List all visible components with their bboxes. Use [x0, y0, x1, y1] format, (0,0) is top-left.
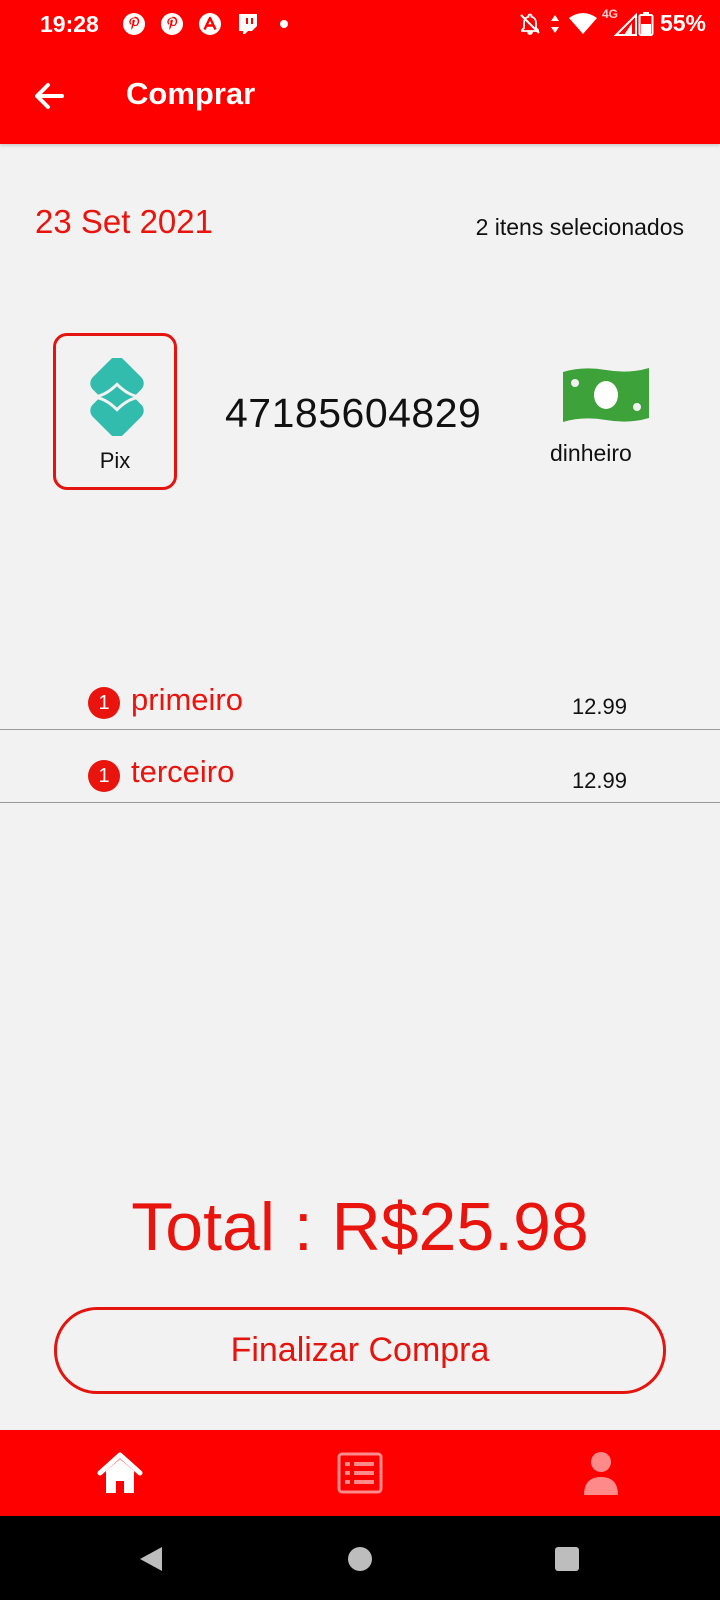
order-date: 23 Set 2021 [35, 203, 213, 240]
back-arrow-icon[interactable] [26, 72, 74, 120]
app-bar: Comprar [0, 48, 720, 144]
item-price: 12.99 [571, 768, 627, 793]
pix-key: 47185604829 [225, 390, 482, 436]
order-total: Total : R$25.98 [131, 1189, 589, 1265]
cash-label: dinheiro [550, 440, 632, 466]
quantity-badge: 1 [88, 760, 120, 792]
home-icon[interactable] [94, 1447, 146, 1499]
list-item: 1 primeiro 12.99 [0, 657, 720, 730]
page-title: Comprar [126, 76, 256, 111]
signal-icon [613, 12, 637, 36]
items-selected-count: 2 itens selecionados [475, 214, 684, 240]
arc-icon [199, 13, 221, 35]
cash-icon [563, 368, 649, 422]
pix-label: Pix [99, 448, 131, 473]
list-icon[interactable] [334, 1447, 386, 1499]
data-arrows-icon [550, 14, 559, 33]
battery-percent: 55% [659, 10, 706, 36]
system-back-icon[interactable] [136, 1544, 166, 1574]
cash-payment-option[interactable]: dinheiro [550, 364, 654, 474]
item-name: primeiro [131, 682, 243, 717]
item-name: terceiro [131, 754, 235, 789]
notification-icons [122, 11, 288, 37]
bottom-nav [0, 1430, 720, 1516]
status-indicators: 4G 55% [512, 7, 706, 37]
status-time: 19:28 [40, 11, 99, 37]
pinterest-icon [123, 13, 145, 35]
list-item: 1 terceiro 12.99 [0, 730, 720, 803]
finalize-purchase-button[interactable]: Finalizar Compra [54, 1307, 666, 1394]
system-recents-icon[interactable] [554, 1546, 580, 1572]
system-home-icon[interactable] [346, 1545, 374, 1573]
pix-icon [90, 358, 144, 436]
wifi-icon [568, 12, 597, 34]
status-bar: 19:28 4G 55% [0, 0, 720, 48]
quantity-badge: 1 [88, 687, 120, 719]
pinterest-icon [161, 13, 183, 35]
item-price: 12.99 [571, 694, 627, 719]
bell-off-icon [520, 13, 540, 35]
cell-signal: 4G [602, 7, 637, 37]
system-navigation-bar [0, 1516, 720, 1600]
battery-icon [638, 11, 654, 36]
user-icon[interactable] [575, 1447, 627, 1499]
pix-payment-option[interactable]: Pix [53, 333, 177, 490]
twitch-icon [239, 14, 257, 34]
more-notifications-dot [280, 20, 288, 28]
